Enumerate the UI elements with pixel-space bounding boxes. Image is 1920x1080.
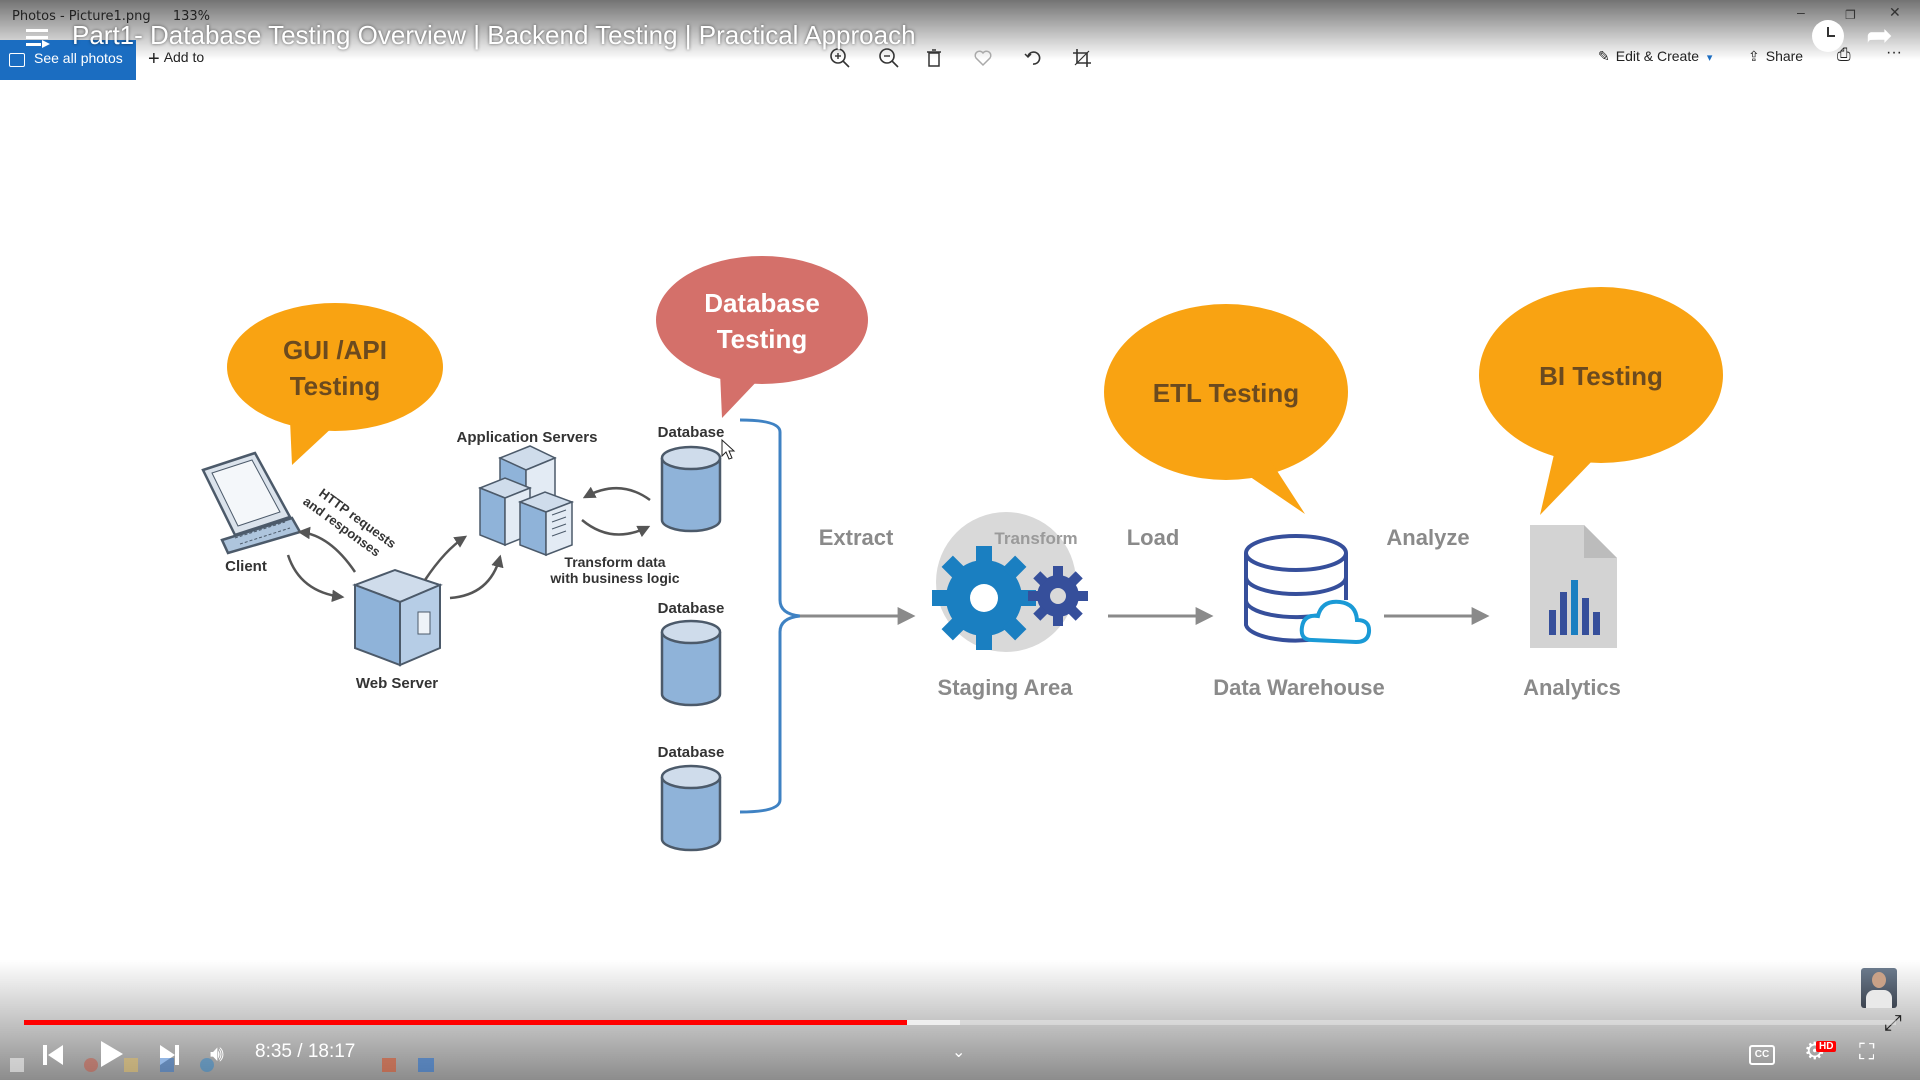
transform-label-1: Transform data [564, 554, 665, 570]
database-bracket [739, 418, 801, 814]
crop-icon[interactable] [1068, 44, 1096, 72]
presenter-avatar [1861, 968, 1897, 1008]
arrow-app-to-db [581, 519, 651, 538]
delete-icon[interactable] [920, 44, 948, 72]
progress-bar[interactable] [24, 1020, 1896, 1025]
windows-start-icon[interactable] [10, 1058, 24, 1072]
database-label-1: Database [658, 424, 725, 441]
favorite-heart-icon[interactable] [969, 44, 997, 72]
chevron-down-icon: ▾ [1706, 52, 1713, 64]
share-video-icon[interactable]: ➦ [1866, 19, 1893, 51]
minimize-icon[interactable]: – [1797, 4, 1805, 20]
database-label-2: Database [658, 600, 725, 617]
add-to-label: Add to [163, 49, 205, 65]
plus-icon: + [148, 48, 160, 70]
share-label: Share [1765, 48, 1804, 64]
video-title[interactable]: Part1- Database Testing Overview | Backe… [72, 20, 916, 51]
taskbar-app-icon[interactable] [84, 1058, 98, 1072]
arrow-client-to-server [286, 554, 345, 603]
transform-step-label: Transform [994, 529, 1077, 548]
taskbar-app-icon[interactable] [418, 1058, 434, 1072]
captions-button[interactable]: CC [1749, 1045, 1775, 1065]
taskbar-app-icon[interactable] [200, 1058, 214, 1072]
watch-later-icon[interactable] [1812, 20, 1844, 52]
analyze-label: Analyze [1386, 525, 1469, 550]
hd-badge: HD [1816, 1041, 1837, 1052]
client-laptop-icon [201, 451, 302, 555]
taskbar-app-icon[interactable] [382, 1058, 396, 1072]
edit-create-button[interactable]: ✎ Edit & Create ▾ [1598, 48, 1712, 65]
gui-api-testing-bubble: GUI /API Testing [227, 303, 443, 465]
analytics-document-icon [1530, 525, 1617, 648]
database-cylinder-2 [660, 619, 722, 707]
bi-testing-bubble: BI Testing [1479, 287, 1723, 515]
client-label: Client [225, 558, 267, 575]
bi-testing-label: BI Testing [1539, 361, 1663, 391]
app-servers-label: Application Servers [457, 429, 598, 446]
database-cylinder-3 [660, 764, 722, 852]
data-warehouse-label: Data Warehouse [1213, 675, 1385, 700]
arrow-db-to-app [582, 486, 651, 502]
db-testing-line1: Database [704, 288, 820, 318]
etl-testing-bubble: ETL Testing [1104, 304, 1348, 514]
arrow-app-to-web [449, 554, 504, 600]
load-label: Load [1127, 525, 1180, 550]
taskbar-app-icon[interactable] [160, 1058, 174, 1072]
db-testing-line2: Testing [717, 324, 808, 354]
chapters-chevron-icon[interactable]: ⌄ [952, 1042, 965, 1062]
windows-taskbar [0, 1050, 440, 1080]
photo-gallery-icon [9, 53, 25, 67]
restore-icon[interactable]: ❐ [1845, 8, 1856, 22]
web-server-label: Web Server [356, 675, 438, 692]
extract-label: Extract [819, 525, 894, 550]
taskbar-app-icon[interactable] [124, 1058, 138, 1072]
mouse-cursor-icon [721, 438, 736, 460]
data-warehouse-icon [1244, 534, 1372, 645]
gui-api-line1: GUI /API [283, 335, 387, 365]
staging-area-label: Staging Area [938, 675, 1074, 700]
database-label-3: Database [658, 744, 725, 761]
arrow-web-to-app [423, 535, 468, 581]
application-servers-icon [477, 445, 575, 557]
database-testing-bubble: Database Testing [656, 256, 868, 418]
share-icon: ⇪ [1748, 48, 1760, 64]
print-icon[interactable]: ⎙ [1837, 45, 1851, 65]
add-to-button[interactable]: + Add to [148, 48, 204, 71]
web-server-icon [352, 568, 443, 667]
gui-api-line2: Testing [290, 371, 381, 401]
share-button[interactable]: ⇪ Share [1748, 48, 1803, 65]
transform-label-2: with business logic [549, 570, 679, 586]
analytics-label: Analytics [1523, 675, 1621, 700]
exit-fullscreen-icon[interactable]: ⛶ [1859, 1041, 1874, 1063]
edit-create-pencil-icon: ✎ [1598, 48, 1610, 64]
progress-played [24, 1020, 907, 1025]
youtube-menu-icon[interactable] [26, 27, 50, 48]
edit-create-label: Edit & Create [1615, 48, 1699, 64]
rotate-icon[interactable] [1019, 44, 1047, 72]
slide-diagram: GUI /API Testing Database Testing ETL Te… [201, 256, 1723, 852]
database-cylinder-1 [660, 445, 722, 533]
see-all-photos-label: See all photos [34, 50, 123, 66]
etl-testing-label: ETL Testing [1153, 378, 1299, 408]
